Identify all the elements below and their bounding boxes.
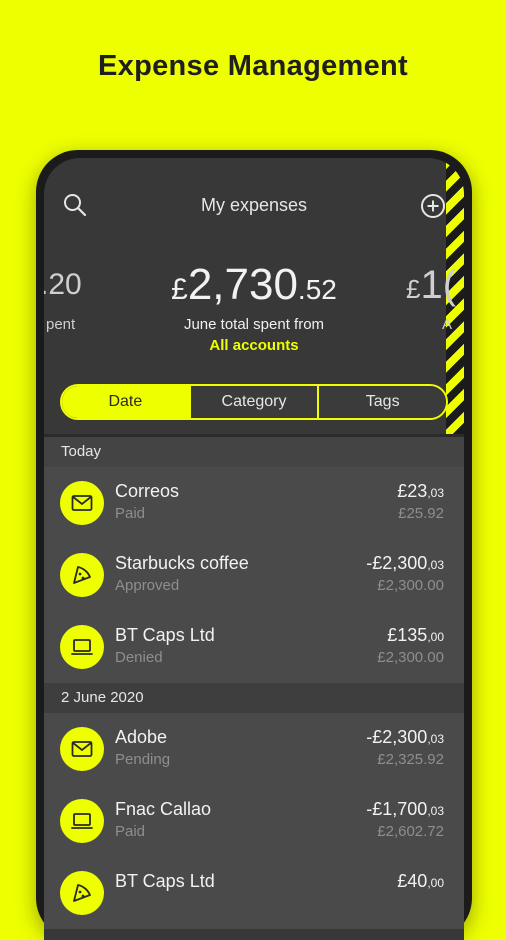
expense-original-amount: £2,602.72 (377, 823, 444, 840)
amount-decimal: ,03 (427, 486, 444, 500)
expense-original-amount: £2,300.00 (377, 649, 444, 666)
expense-amount: £135,00 (387, 625, 444, 646)
category-avatar (60, 871, 104, 915)
amount-main: -£2,300 (366, 727, 428, 747)
pizza-slice-icon (73, 884, 91, 902)
promo-title: Expense Management (98, 50, 408, 82)
expense-amount: -£1,700,03 (366, 799, 444, 820)
amount-decimal: ,03 (427, 732, 444, 746)
amount-main: -£1,700 (366, 799, 428, 819)
amount-decimal: .52 (297, 274, 337, 305)
mail-icon (71, 741, 93, 757)
expense-row[interactable]: Adobe Pending -£2,300,03 £2,325.92 (44, 713, 464, 785)
expense-amount: £40,00 (397, 871, 444, 892)
next-summary-amount: 1( (420, 263, 457, 307)
tab-tags[interactable]: Tags (317, 386, 446, 418)
expense-name: BT Caps Ltd (115, 871, 215, 891)
next-summary-currency: £ (406, 274, 421, 304)
expense-name: Correos (115, 481, 180, 501)
section-header-today: Today (44, 437, 464, 467)
next-summary-partial[interactable]: £1( A (406, 260, 457, 333)
amount-main: -£2,300 (366, 553, 428, 573)
expense-status: Denied (115, 649, 163, 666)
top-bar: My expenses (44, 188, 464, 224)
group-by-tabs: Date Category Tags (60, 384, 448, 420)
phone-frame: My expenses ).20 pent £2,730.52 June tot… (36, 150, 472, 940)
expense-row[interactable]: Fnac Callao Paid -£1,700,03 £2,602.72 (44, 785, 464, 857)
app-screen: My expenses ).20 pent £2,730.52 June tot… (44, 158, 464, 940)
screen-title: My expenses (200, 195, 308, 215)
expense-amount: -£2,300,03 (366, 727, 444, 748)
pizza-slice-icon (73, 566, 91, 584)
category-avatar (60, 481, 104, 525)
expense-name: BT Caps Ltd (115, 625, 215, 645)
currency-symbol: £ (171, 273, 188, 306)
total-spent-label: June total spent from (183, 316, 325, 333)
expense-name: Starbucks coffee (115, 553, 249, 573)
expense-status: Pending (115, 751, 171, 768)
expense-amount: -£2,300,03 (366, 553, 444, 574)
tab-category[interactable]: Category (188, 386, 318, 418)
amount-main: £23 (397, 481, 428, 501)
category-avatar (60, 625, 104, 669)
expense-original-amount: £2,300.00 (377, 577, 444, 594)
next-summary-label: A (442, 316, 453, 333)
amount-decimal: ,03 (427, 804, 444, 818)
all-accounts-link[interactable]: All accounts (44, 337, 464, 354)
laptop-icon (71, 813, 93, 829)
spending-summary-carousel[interactable]: ).20 pent £2,730.52 June total spent fro… (44, 260, 464, 370)
expense-row[interactable]: Starbucks coffee Approved -£2,300,03 £2,… (44, 539, 464, 611)
expense-original-amount: £2,325.92 (377, 751, 444, 768)
expense-name: Fnac Callao (115, 799, 212, 819)
total-spent-amount: £2,730.52 (44, 260, 464, 320)
amount-integer: 2,730 (187, 260, 298, 309)
amount-decimal: ,00 (427, 876, 444, 890)
amount-decimal: ,00 (427, 630, 444, 644)
laptop-icon (71, 639, 93, 655)
expense-row[interactable]: BT Caps Ltd Denied £135,00 £2,300.00 (44, 611, 464, 683)
amount-main: £135 (387, 625, 428, 645)
amount-decimal: ,03 (427, 558, 444, 572)
expense-status: Paid (115, 505, 146, 522)
category-avatar (60, 799, 104, 843)
expense-row[interactable]: Correos Paid £23,03 £25.92 (44, 467, 464, 539)
tab-date[interactable]: Date (62, 386, 189, 418)
mail-icon (71, 495, 93, 511)
expense-original-amount: £25.92 (398, 505, 444, 522)
expense-name: Adobe (115, 727, 168, 747)
expense-status: Approved (115, 577, 180, 594)
category-avatar (60, 727, 104, 771)
section-header-date: 2 June 2020 (44, 683, 464, 713)
add-circle-icon[interactable] (420, 193, 446, 219)
expense-amount: £23,03 (397, 481, 444, 502)
amount-main: £40 (397, 871, 428, 891)
expense-status: Paid (115, 823, 146, 840)
expense-row[interactable]: BT Caps Ltd £40,00 (44, 857, 464, 929)
category-avatar (60, 553, 104, 597)
